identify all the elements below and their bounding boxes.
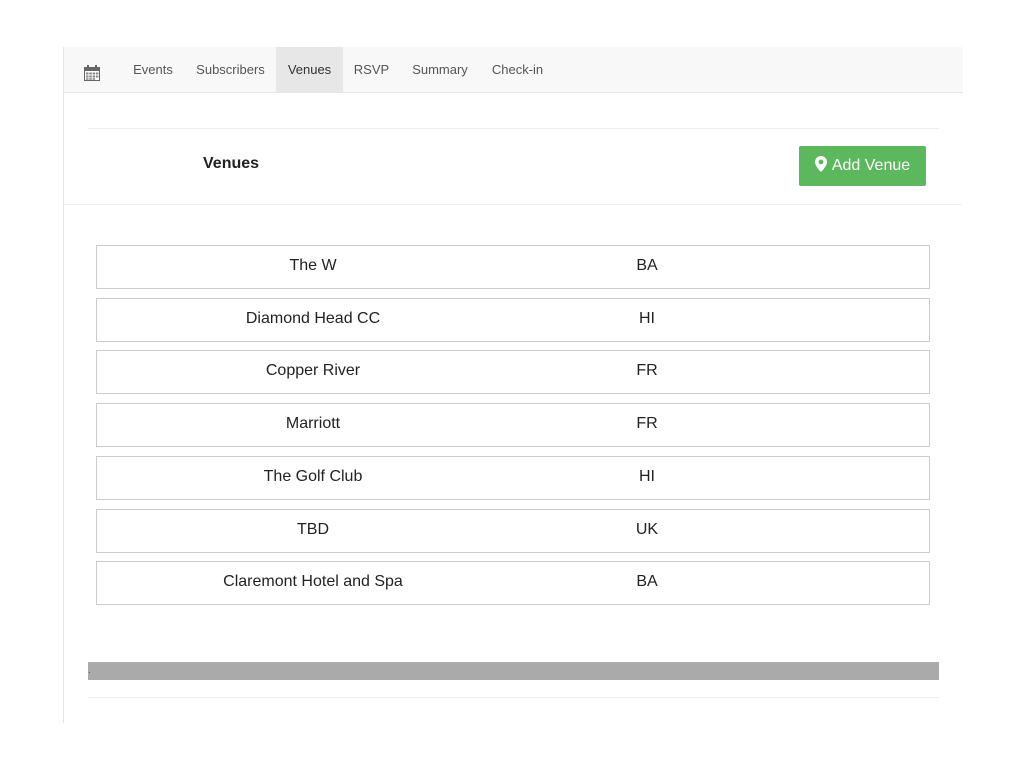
venue-row[interactable]: The Golf Club HI [96,456,930,500]
venue-row[interactable]: Copper River FR [96,350,930,394]
nav-check-in[interactable]: Check-in [480,47,555,92]
calendar-icon[interactable] [84,65,100,81]
venue-name: Copper River [265,362,361,379]
venue-code: UK [635,521,659,538]
nav-rsvp[interactable]: RSVP [343,47,400,92]
map-marker-icon [814,148,827,188]
nav-subscribers[interactable]: Subscribers [185,47,276,92]
venue-code: HI [639,310,655,327]
venue-row[interactable]: TBD UK [96,509,930,553]
add-venue-button[interactable]: Add Venue [799,146,926,186]
venue-row[interactable]: Diamond Head CC HI [96,298,930,342]
header-bottom-divider [64,204,962,205]
nav-summary[interactable]: Summary [400,47,480,92]
venue-row[interactable]: The W BA [96,245,930,289]
nav-venues[interactable]: Venues [276,47,343,92]
venue-name: The Golf Club [263,468,363,485]
footer-divider [88,697,939,698]
footer-bar-text: . [88,665,91,676]
add-venue-label: Add Venue [831,157,911,174]
venue-name: The W [289,257,337,274]
venue-code: BA [636,257,658,274]
venue-row[interactable]: Marriott FR [96,403,930,447]
footer-bar: . [88,662,939,680]
venue-code: FR [636,415,658,432]
venue-code: FR [636,362,658,379]
venue-code: BA [636,573,658,590]
venue-name: TBD [297,521,329,538]
venue-row[interactable]: Claremont Hotel and Spa BA [96,561,930,605]
page-title: Venues [203,155,260,172]
venue-name: Diamond Head CC [245,310,381,327]
venue-code: HI [639,468,655,485]
venue-name: Marriott [285,415,341,432]
header-top-divider [88,128,939,129]
nav-events[interactable]: Events [121,47,185,92]
venue-name: Claremont Hotel and Spa [223,573,403,590]
top-navbar: Events Subscribers Venues RSVP Summary C… [64,47,963,93]
